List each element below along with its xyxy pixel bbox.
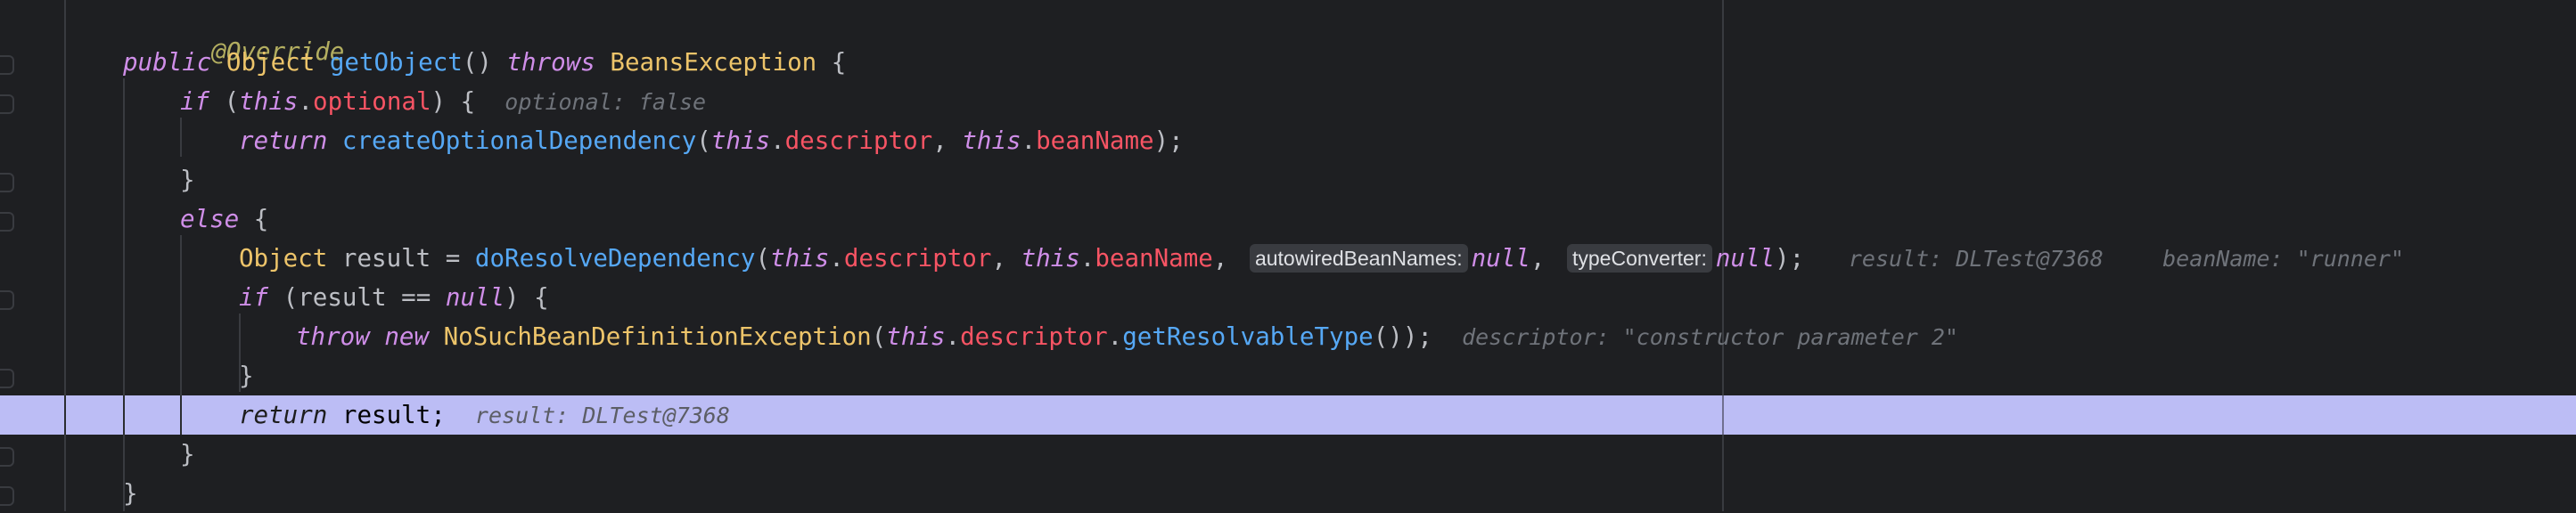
indent-guide (64, 395, 66, 435)
field-name: optional (313, 87, 431, 116)
inline-debug-value: result: DLTest@7368 (1848, 246, 2104, 272)
variable: result = (327, 244, 475, 273)
punctuation: } (123, 479, 138, 508)
keyword: null (1715, 244, 1776, 273)
method-name: getResolvableType (1122, 322, 1374, 351)
punctuation: . (1079, 244, 1095, 273)
field-name: descriptor (784, 126, 933, 155)
inline-debug-value: result: DLTest@7368 (474, 403, 730, 428)
code-line[interactable]: return createOptionalDependency(this.des… (0, 121, 2576, 160)
punctuation: ); (1775, 244, 1805, 273)
field-name: descriptor (843, 244, 992, 273)
keyword: public (123, 48, 212, 77)
punctuation: ( (755, 244, 771, 273)
method-name: getObject (329, 48, 463, 77)
punctuation: ) { (431, 87, 476, 116)
code-editor[interactable]: @Override public Object getObject() thro… (0, 0, 2576, 511)
type-name: BeansException (610, 48, 817, 77)
type-name: Object (226, 48, 316, 77)
punctuation: } (239, 362, 254, 390)
code-line[interactable]: Object result = doResolveDependency(this… (0, 239, 2576, 278)
field-name: beanName (1036, 126, 1154, 155)
keyword: this (770, 244, 830, 273)
code-line[interactable]: } (0, 435, 2576, 474)
right-margin-guide (1722, 395, 1724, 435)
punctuation: (result == (268, 283, 446, 312)
type-name: Object (239, 244, 328, 273)
punctuation: , (991, 244, 1021, 273)
indent-guide (123, 395, 125, 435)
punctuation: } (180, 440, 195, 468)
punctuation: , (1212, 244, 1243, 273)
punctuation: . (298, 87, 314, 116)
punctuation: ( (696, 126, 711, 155)
punctuation: . (1021, 126, 1037, 155)
keyword: throw (296, 322, 370, 351)
punctuation: ()); (1373, 322, 1432, 351)
punctuation: ); (1153, 126, 1184, 155)
keyword: if (180, 87, 210, 116)
punctuation: } (180, 166, 195, 194)
parameter-hint: autowiredBeanNames: (1249, 244, 1468, 273)
inline-debug-value: beanName: "runner" (2162, 246, 2405, 272)
keyword: this (962, 126, 1021, 155)
inline-debug-value: optional: false (505, 89, 707, 115)
keyword: this (886, 322, 946, 351)
punctuation: . (1107, 322, 1123, 351)
punctuation: ( (871, 322, 887, 351)
keyword: new (384, 322, 430, 351)
punctuation: ( (209, 87, 240, 116)
punctuation: . (770, 126, 785, 155)
punctuation: , (1530, 244, 1560, 273)
code-line[interactable]: @Override (0, 4, 2576, 66)
code-line[interactable]: if (this.optional) { optional: false (0, 82, 2576, 121)
execution-point-line[interactable]: return result; result: DLTest@7368 (0, 395, 2576, 435)
code-line[interactable]: public Object getObject() throws BeansEx… (0, 43, 2576, 82)
punctuation: { (239, 205, 269, 233)
punctuation: () (462, 48, 507, 77)
parameter-hint: typeConverter: (1566, 244, 1712, 273)
punctuation: ) { (505, 283, 549, 312)
keyword: null (1471, 244, 1530, 273)
keyword: else (180, 205, 240, 233)
keyword: this (710, 126, 771, 155)
method-name: createOptionalDependency (341, 126, 697, 155)
code-line[interactable]: } (0, 356, 2576, 395)
punctuation: . (945, 322, 961, 351)
keyword: this (1021, 244, 1080, 273)
variable: result; (327, 401, 446, 429)
keyword: return (239, 126, 328, 155)
punctuation: , (932, 126, 963, 155)
code-line[interactable]: else { (0, 200, 2576, 239)
field-name: descriptor (960, 322, 1108, 351)
keyword: null (445, 283, 505, 312)
indent-guide (180, 395, 182, 435)
code-line[interactable]: if (result == null) { (0, 278, 2576, 317)
code-line[interactable]: } (0, 474, 2576, 513)
inline-debug-value: descriptor: "constructor parameter 2" (1462, 324, 1958, 350)
keyword: if (239, 283, 269, 312)
punctuation: { (816, 48, 847, 77)
keyword: throws (506, 48, 595, 77)
code-line[interactable]: throw new NoSuchBeanDefinitionException(… (0, 317, 2576, 356)
keyword: this (239, 87, 299, 116)
keyword: return (239, 401, 328, 429)
punctuation: . (829, 244, 844, 273)
code-line[interactable]: } (0, 160, 2576, 200)
field-name: beanName (1095, 244, 1213, 273)
type-name: NoSuchBeanDefinitionException (443, 322, 872, 351)
method-name: doResolveDependency (474, 244, 756, 273)
